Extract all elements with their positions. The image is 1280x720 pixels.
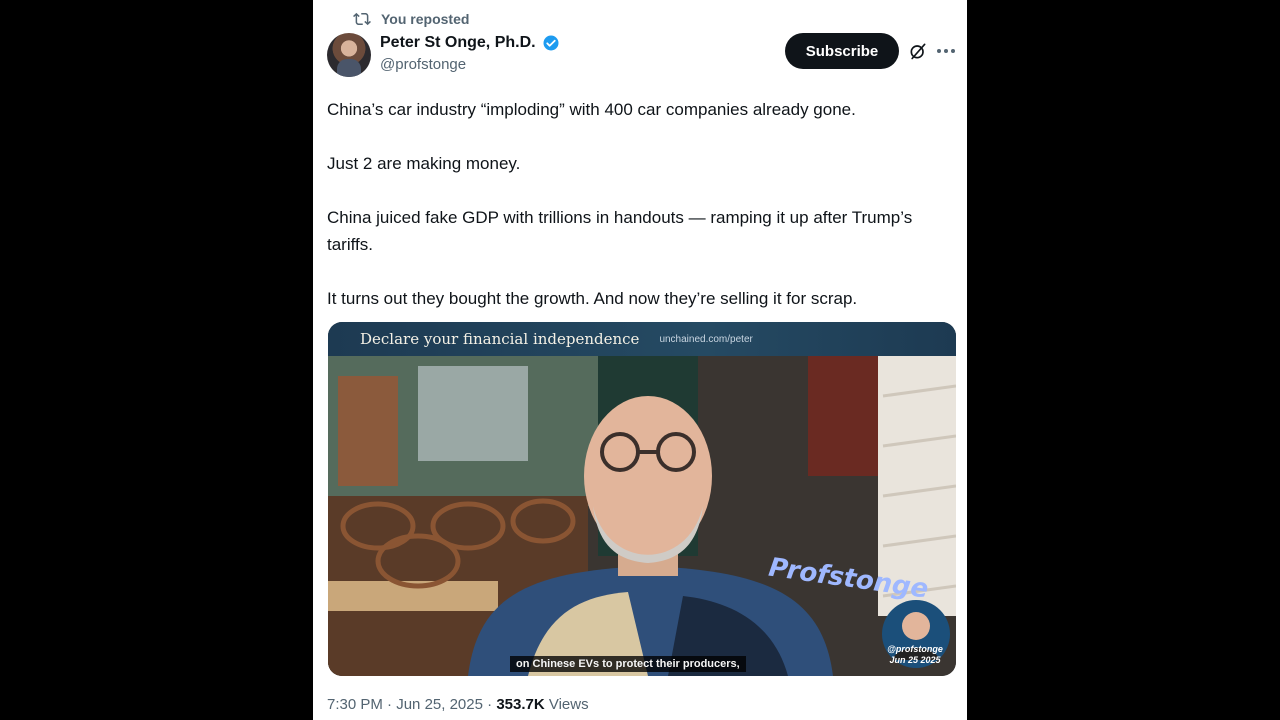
tweet-card: You reposted Peter St Onge, Ph.D. @profs… (313, 0, 967, 720)
author-handle[interactable]: @profstonge (380, 56, 560, 73)
tweet-paragraph: China’s car industry “imploding” with 40… (327, 100, 856, 119)
author-block: Peter St Onge, Ph.D. @profstonge (380, 34, 560, 73)
meta-separator: · (387, 696, 393, 713)
video-caption: on Chinese EVs to protect their producer… (510, 656, 746, 672)
banner-title: Declare your financial independence (360, 330, 640, 348)
tweet-text: China’s car industry “imploding” with 40… (327, 96, 957, 339)
video-banner: Declare your financial independence unch… (328, 322, 956, 356)
views-label: Views (548, 696, 589, 713)
meta-separator: · (487, 696, 493, 713)
tweet-time[interactable]: 7:30 PM (327, 696, 383, 713)
tweet-meta: 7:30 PM · Jun 25, 2025 · 353.7K Views (327, 696, 589, 713)
avatar[interactable] (327, 33, 371, 77)
repost-icon (353, 12, 371, 26)
repost-indicator[interactable]: You reposted (353, 10, 469, 28)
pip-handle: @profstonge (887, 644, 943, 654)
views-count: 353.7K (496, 696, 545, 713)
repost-label: You reposted (381, 11, 470, 27)
author-name-row[interactable]: Peter St Onge, Ph.D. (380, 34, 560, 52)
tweet-paragraph: Just 2 are making money. (327, 154, 521, 173)
tweet-paragraph: It turns out they bought the growth. And… (327, 289, 858, 308)
more-icon[interactable] (935, 40, 957, 62)
pip-label: @profstonge Jun 25 2025 (876, 644, 954, 666)
pip-date: Jun 25 2025 (889, 655, 941, 665)
verified-badge-icon (543, 35, 559, 51)
banner-url: unchained.com/peter (659, 333, 753, 345)
tweet-date[interactable]: Jun 25, 2025 (396, 696, 483, 713)
author-name[interactable]: Peter St Onge, Ph.D. (380, 34, 536, 52)
video-player[interactable]: Declare your financial independence unch… (328, 322, 956, 676)
subscribe-button[interactable]: Subscribe (785, 33, 899, 69)
video-frame: Profstonge (328, 356, 956, 676)
grok-icon[interactable] (908, 41, 928, 61)
tweet-paragraph: China juiced fake GDP with trillions in … (327, 208, 913, 254)
